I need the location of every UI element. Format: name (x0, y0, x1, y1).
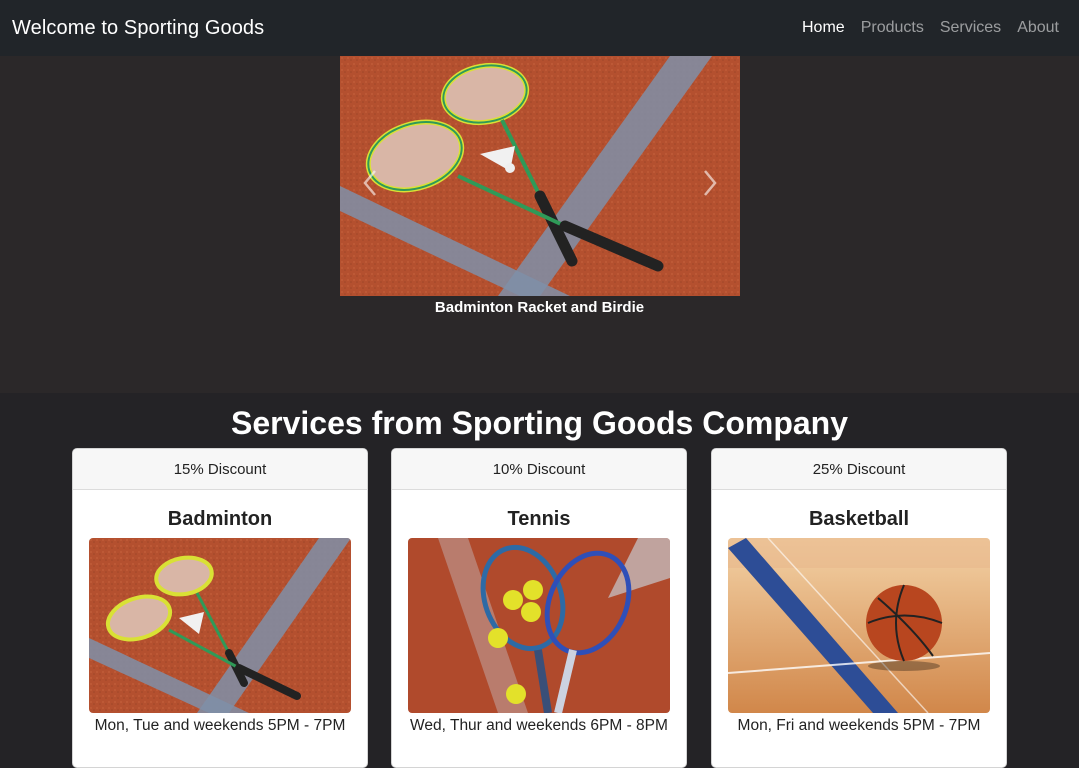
badminton-slide-image (340, 56, 740, 296)
navbar-brand[interactable]: Welcome to Sporting Goods (12, 17, 264, 40)
service-card-tennis: 10% Discount Tennis Wed, Thur and weeken… (391, 448, 687, 768)
card-title: Basketball (808, 508, 910, 530)
card-schedule: Wed, Thur and weekends 6PM - 8PM (410, 717, 668, 734)
basketball-card-image (728, 538, 990, 713)
nav-home-link[interactable]: Home (794, 0, 853, 56)
service-card-basketball: 25% Discount Basketball Mon, Fri and wee… (711, 448, 1007, 768)
card-header: 10% Discount (392, 449, 686, 490)
card-title: Badminton (167, 508, 273, 530)
navbar: Welcome to Sporting Goods Home Products … (0, 0, 1079, 56)
carousel-caption: Badminton Racket and Birdie (434, 299, 645, 316)
badminton-card-image (89, 538, 351, 713)
card-header: 15% Discount (73, 449, 367, 490)
tennis-card-image (408, 538, 670, 713)
nav-services-link[interactable]: Services (932, 0, 1009, 56)
hero-carousel: Badminton Racket and Birdie (0, 56, 1079, 393)
carousel-next-button[interactable] (698, 166, 722, 200)
nav-links: Home Products Services About (794, 0, 1067, 56)
service-card-badminton: 15% Discount Badminton Mon, Tue and week… (72, 448, 368, 768)
card-schedule: Mon, Fri and weekends 5PM - 7PM (737, 717, 981, 734)
card-header: 25% Discount (712, 449, 1006, 490)
nav-about-link[interactable]: About (1009, 0, 1067, 56)
services-section: Services from Sporting Goods Company 15%… (0, 393, 1079, 768)
carousel-prev-button[interactable] (358, 166, 382, 200)
card-title: Tennis (507, 508, 571, 530)
nav-products-link[interactable]: Products (853, 0, 932, 56)
chevron-right-icon (704, 170, 717, 196)
chevron-left-icon (363, 170, 376, 196)
card-schedule: Mon, Tue and weekends 5PM - 7PM (94, 717, 346, 734)
services-title: Services from Sporting Goods Company (231, 405, 848, 441)
